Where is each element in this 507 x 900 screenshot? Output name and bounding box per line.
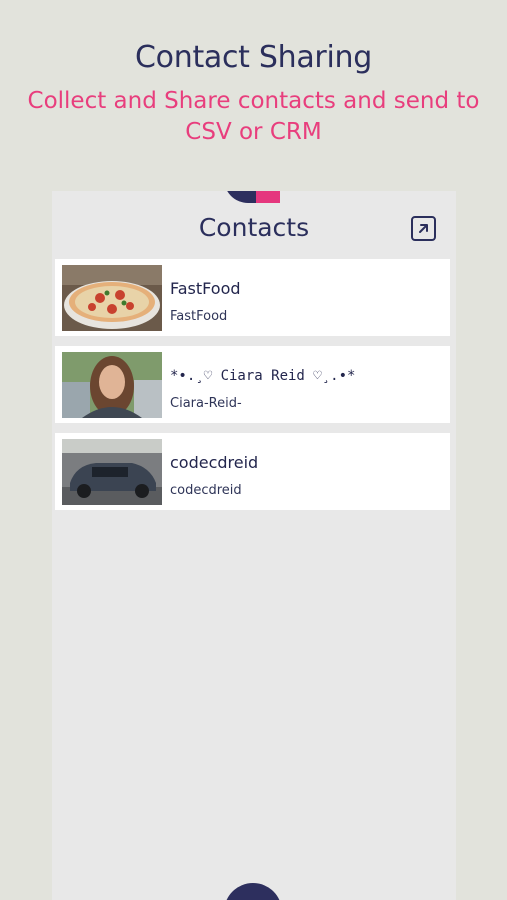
add-contact-button[interactable] bbox=[224, 883, 282, 900]
page-title: Contacts bbox=[198, 213, 310, 242]
promo-subtitle: Collect and Share contacts and send to C… bbox=[20, 86, 487, 148]
portrait-photo bbox=[62, 352, 162, 418]
contact-name: FastFood bbox=[170, 279, 241, 298]
promo-subtitle-line-2: CSV or CRM bbox=[185, 119, 322, 145]
contact-list: FastFood FastFood *•.¸♡ Ciara Reid ♡¸.•*… bbox=[55, 259, 450, 520]
header-decoration bbox=[224, 191, 282, 203]
arrow-up-right-square-icon bbox=[419, 224, 428, 233]
contact-row[interactable]: codecdreid codecdreid bbox=[55, 433, 450, 510]
car-photo bbox=[62, 439, 162, 505]
contact-handle: FastFood bbox=[170, 309, 228, 324]
promo-subtitle-line-1: Collect and Share contacts and send to bbox=[27, 88, 480, 114]
app-screen: Contacts FastFood FastFood *•.¸♡ Ciara R… bbox=[52, 191, 456, 900]
contact-name: codecdreid bbox=[170, 453, 259, 472]
promo-title: Contact Sharing bbox=[135, 40, 372, 75]
contact-handle: codecdreid bbox=[170, 483, 242, 498]
export-button[interactable] bbox=[411, 216, 436, 241]
contact-row[interactable]: *•.¸♡ Ciara Reid ♡¸.•* Ciara-Reid- bbox=[55, 346, 450, 423]
contact-row[interactable]: FastFood FastFood bbox=[55, 259, 450, 336]
pizza-photo bbox=[62, 265, 162, 331]
contact-name: *•.¸♡ Ciara Reid ♡¸.•* bbox=[170, 368, 356, 384]
contact-handle: Ciara-Reid- bbox=[170, 396, 242, 411]
